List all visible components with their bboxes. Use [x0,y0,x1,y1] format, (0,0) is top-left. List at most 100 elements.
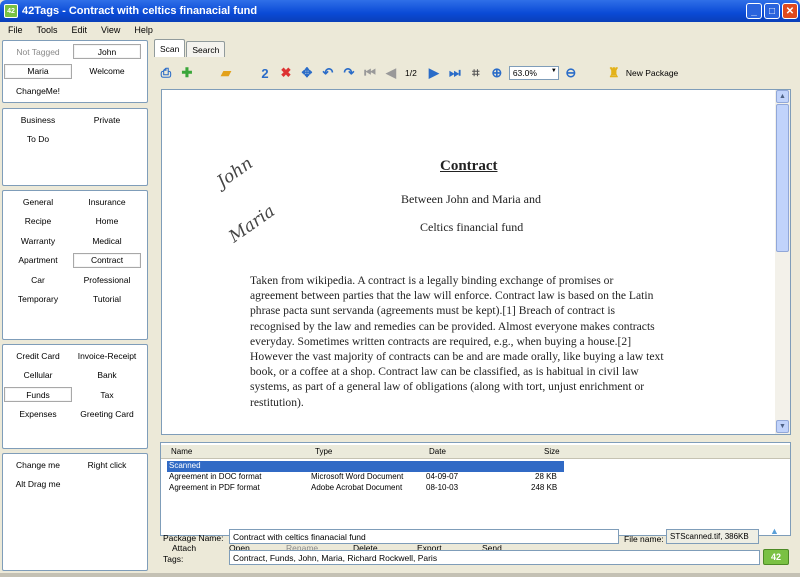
tag-john[interactable]: John [73,44,141,59]
tag-tax[interactable]: Tax [73,387,141,402]
page-indicator: 1/2 [405,68,417,78]
body-line: everyday. Sometimes written contracts ar… [250,334,632,348]
new-package-button[interactable]: New Package [626,68,678,78]
vertical-scrollbar[interactable]: ▲ ▼ [775,90,790,434]
scroll-thumb[interactable] [776,104,789,252]
tag-greeting-card[interactable]: Greeting Card [73,407,141,422]
column-name[interactable]: Name [171,447,192,456]
tag-general[interactable]: General [4,194,72,209]
tag-invoice-receipt[interactable]: Invoice-Receipt [73,348,141,363]
tag-contract[interactable]: Contract [73,252,141,268]
tag-apartment[interactable]: Apartment [4,253,72,268]
tag-professional[interactable]: Professional [73,272,141,287]
tag-expenses[interactable]: Expenses [4,407,72,422]
tag-cellular[interactable]: Cellular [4,368,72,383]
next-page-icon[interactable]: ▶ [425,64,443,82]
package-name-label: Package Name: [163,533,224,543]
row-date: 08-10-03 [426,483,459,492]
tag-sidebar: Not Tagged John Maria Welcome ChangeMe! Busi… [0,38,152,573]
rotate-left-icon[interactable]: ↶ [319,64,337,82]
tag-business[interactable]: Business [4,112,72,127]
open-folder-icon[interactable]: ▰ [217,64,235,82]
row-size: 28 KB [535,472,557,481]
minimize-icon[interactable]: _ [746,3,762,19]
scanner-icon[interactable]: ⎙ [157,64,175,82]
tag-funds[interactable]: Funds [4,387,72,402]
scroll-down-icon[interactable]: ▼ [776,420,789,433]
tag-maria[interactable]: Maria [4,63,72,79]
tag-bank[interactable]: Bank [73,368,141,383]
chevron-down-icon: ▼ [550,68,557,74]
toolbar: ⎙ ✚ ▰ 2 ✖ ✥ ↶ ↷ ⏮ ◀ 1/2 ▶ ⏭ ⌗ ⊕ 63.0% ▼ … [157,60,793,86]
table-row-selected[interactable]: Scanned [167,461,564,472]
column-date[interactable]: Date [429,447,446,456]
package-name-input[interactable]: Contract with celtics finanacial fund [229,529,619,544]
zoom-out-icon[interactable]: ⊖ [562,64,580,82]
row-name: Agreement in DOC format [169,472,262,481]
tag-medical[interactable]: Medical [73,233,141,248]
column-size[interactable]: Size [544,447,560,456]
row-date: 04-09-07 [426,472,459,481]
tab-scan[interactable]: Scan [154,39,186,57]
body-line: restitution). [250,395,304,409]
last-page-icon[interactable]: ⏭ [446,64,464,82]
tag-group-type: General Insurance Recipe Home Warranty Medica… [2,190,148,340]
zoom-value: 63.0% [512,68,537,78]
close-icon[interactable]: ✕ [782,3,798,19]
tag-home[interactable]: Home [73,214,141,229]
tab-search[interactable]: Search [186,41,226,57]
zoom-select[interactable]: 63.0% ▼ [508,66,559,80]
row-type: Microsoft Word Document [311,472,404,481]
column-type[interactable]: Type [315,447,332,456]
tag-credit-card[interactable]: Credit Card [4,348,72,363]
tag-right-click[interactable]: Right click [73,457,141,472]
first-page-icon[interactable]: ⏮ [361,64,379,82]
collapse-up-icon[interactable]: ▲ [770,526,779,536]
tag-car[interactable]: Car [4,272,72,287]
menu-tools[interactable]: Tools [37,25,58,35]
menu-edit[interactable]: Edit [72,25,88,35]
delete-page-icon[interactable]: ✖ [277,64,295,82]
document-subtitle-2: Celtics financial fund [420,220,524,234]
tags-label: Tags: [163,554,184,564]
tag-temporary[interactable]: Temporary [4,292,72,307]
tag-to-do[interactable]: To Do [4,132,72,147]
document-subtitle-1: Between John and Maria and [401,192,541,206]
table-row[interactable]: Agreement in DOC format Microsoft Word D… [167,472,564,483]
window-title: 42Tags - Contract with celtics finanacia… [22,5,258,17]
maximize-icon[interactable]: □ [764,3,780,19]
zoom-in-icon[interactable]: ⊕ [488,64,506,82]
tag-group-custom: Change me Right click Alt Drag me [2,453,148,571]
add-icon[interactable]: ✚ [178,64,196,82]
tag-alt-drag-me[interactable]: Alt Drag me [4,477,72,492]
tag-insurance[interactable]: Insurance [73,194,141,209]
tag-tutorial[interactable]: Tutorial [73,292,141,307]
tag-recipe[interactable]: Recipe [4,214,72,229]
svg-text:John: John [212,158,257,194]
move-icon[interactable]: ✥ [298,64,316,82]
menu-help[interactable]: Help [134,25,153,35]
table-row[interactable]: Agreement in PDF format Adobe Acrobat Do… [167,483,564,494]
tags-input[interactable]: Contract, Funds, John, Maria, Richard Ro… [229,550,760,565]
rotate-right-icon[interactable]: ↷ [340,64,358,82]
tag-changeme[interactable]: ChangeMe! [4,83,72,98]
tag-not-tagged[interactable]: Not Tagged [4,44,72,59]
tag-warranty[interactable]: Warranty [4,233,72,248]
package-icon[interactable]: ♜ [605,64,623,82]
body-line: systems, as part of a general law of obl… [250,380,645,394]
document-viewer[interactable]: John Maria Contract Between John and Mar… [161,89,791,435]
menu-view[interactable]: View [101,25,120,35]
tag-group-finance: Credit Card Invoice-Receipt Cellular Bank Fu… [2,344,148,449]
attach-button[interactable]: Attach [172,543,196,553]
menu-file[interactable]: File [8,25,23,35]
page-2-icon[interactable]: 2 [256,64,274,82]
42tags-logo-icon[interactable]: 42 [763,549,789,565]
crop-icon[interactable]: ⌗ [467,64,485,82]
file-name-field: STScanned.tif, 386KB [666,529,759,544]
tag-welcome[interactable]: Welcome [73,64,141,79]
title-bar: 42 42Tags - Contract with celtics finana… [0,0,800,22]
tag-change-me[interactable]: Change me [4,457,72,472]
tag-private[interactable]: Private [73,112,141,127]
scroll-up-icon[interactable]: ▲ [776,90,789,103]
prev-page-icon[interactable]: ◀ [382,64,400,82]
